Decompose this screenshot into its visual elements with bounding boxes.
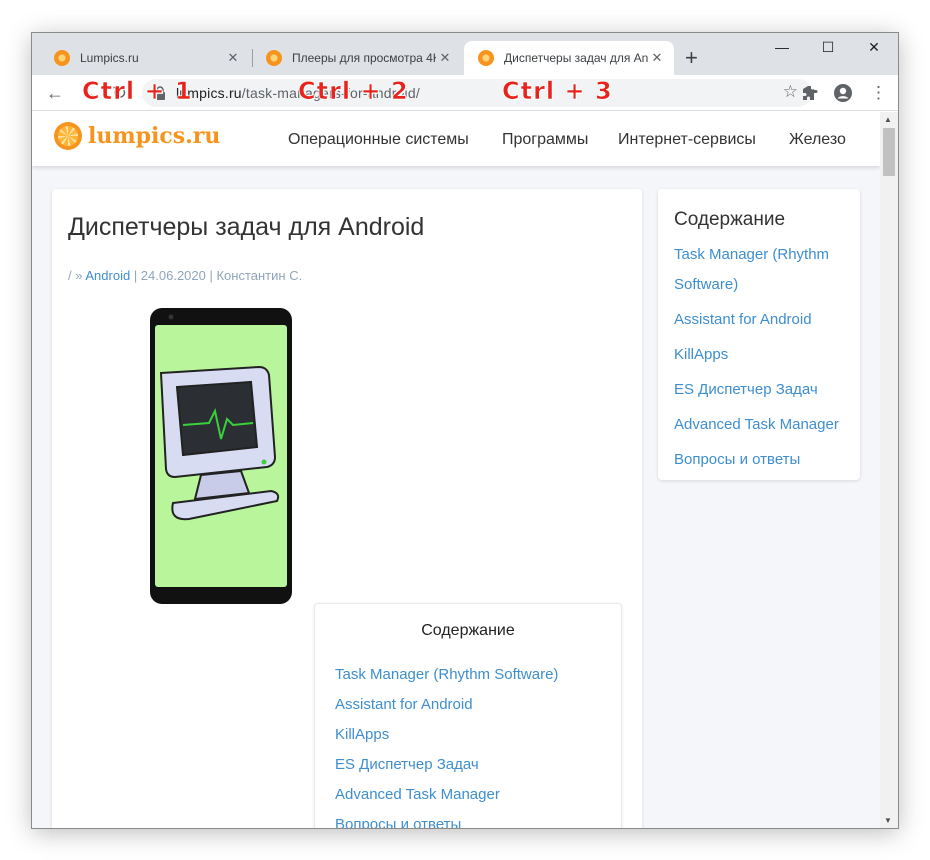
nav-hardware[interactable]: Железо bbox=[789, 131, 846, 149]
tab-title: Lumpics.ru bbox=[80, 51, 139, 65]
site-logo[interactable]: lumpics.ru bbox=[54, 122, 220, 150]
sidebar-toc-item[interactable]: Assistant for Android bbox=[674, 305, 852, 335]
minimize-button[interactable]: — bbox=[759, 39, 805, 55]
profile-avatar-icon[interactable] bbox=[833, 83, 853, 103]
inner-table-of-contents: Содержание Task Manager (Rhythm Software… bbox=[314, 603, 622, 828]
sidebar-table-of-contents: Содержание Task Manager (Rhythm Software… bbox=[658, 189, 860, 480]
article-title: Диспетчеры задач для Android bbox=[68, 213, 425, 241]
article-card: Диспетчеры задач для Android / » Android… bbox=[52, 189, 642, 828]
article-date: | 24.06.2020 | bbox=[133, 268, 213, 283]
site-header: lumpics.ru Операционные системы Программ… bbox=[32, 112, 880, 166]
browser-window: Lumpics.ru ✕ Плееры для просмотра 4K ✕ Д… bbox=[32, 33, 898, 828]
inner-toc-item[interactable]: Assistant for Android bbox=[335, 696, 473, 713]
inner-toc-item[interactable]: KillApps bbox=[335, 726, 389, 743]
tab-title: Плееры для просмотра 4K bbox=[292, 51, 436, 65]
inner-toc-item[interactable]: Advanced Task Manager bbox=[335, 786, 500, 803]
maximize-button[interactable]: ☐ bbox=[805, 39, 851, 56]
tab-players-4k[interactable]: Плееры для просмотра 4K ✕ bbox=[252, 41, 462, 75]
bookmark-star-icon[interactable]: ☆ bbox=[783, 82, 798, 102]
extensions-puzzle-icon[interactable] bbox=[802, 85, 818, 101]
tab-close-icon[interactable]: ✕ bbox=[224, 50, 242, 66]
tab-lumpics[interactable]: Lumpics.ru ✕ bbox=[40, 41, 250, 75]
inner-toc-item[interactable]: Вопросы и ответы bbox=[335, 816, 461, 828]
tab-strip: Lumpics.ru ✕ Плееры для просмотра 4K ✕ Д… bbox=[32, 33, 898, 75]
sidebar-toc-title: Содержание bbox=[674, 209, 786, 230]
scroll-up-arrow-icon[interactable]: ▲ bbox=[884, 115, 892, 124]
scroll-down-arrow-icon[interactable]: ▼ bbox=[884, 816, 892, 825]
address-bar[interactable]: lumpics.ru/task-managers-for-android/ ☆ bbox=[142, 79, 812, 107]
article-meta: / » Android | 24.06.2020 | Константин С. bbox=[68, 268, 302, 283]
inner-toc-item[interactable]: Task Manager (Rhythm Software) bbox=[335, 666, 558, 683]
nav-internet-services[interactable]: Интернет-сервисы bbox=[618, 131, 756, 149]
logo-text: lumpics.ru bbox=[88, 123, 221, 149]
sidebar-toc-item[interactable]: KillApps bbox=[674, 340, 852, 370]
shortcut-overlay-2: Ctrl + 2 bbox=[298, 77, 409, 106]
tab-title: Диспетчеры задач для Android bbox=[504, 51, 648, 65]
web-page: lumpics.ru Операционные системы Программ… bbox=[32, 112, 880, 828]
sidebar-toc-item[interactable]: ES Диспетчер Задач bbox=[674, 375, 852, 405]
scrollbar-thumb[interactable] bbox=[883, 128, 895, 176]
page-scrollbar[interactable]: ▲ ▼ bbox=[880, 112, 898, 828]
sidebar-toc-item[interactable]: Вопросы и ответы bbox=[674, 445, 852, 475]
inner-toc-title: Содержание bbox=[421, 622, 515, 639]
sidebar-toc-item[interactable]: Task Manager (Rhythm Software) bbox=[674, 240, 852, 300]
nav-programs[interactable]: Программы bbox=[502, 131, 588, 149]
inner-toc-item[interactable]: ES Диспетчер Задач bbox=[335, 756, 479, 773]
article-author[interactable]: Константин С. bbox=[216, 268, 302, 283]
lumpics-favicon-icon bbox=[54, 50, 70, 66]
breadcrumb-prefix[interactable]: / » bbox=[68, 268, 82, 283]
close-window-button[interactable]: ✕ bbox=[851, 39, 897, 56]
category-link[interactable]: Android bbox=[85, 268, 130, 283]
phone-task-manager-illustration bbox=[150, 308, 292, 604]
new-tab-button[interactable]: + bbox=[685, 47, 698, 69]
kebab-menu-icon[interactable]: ⋮ bbox=[870, 83, 887, 103]
lumpics-favicon-icon bbox=[266, 50, 282, 66]
sidebar-toc-item[interactable]: Advanced Task Manager bbox=[674, 410, 852, 440]
lumpics-favicon-icon bbox=[478, 50, 494, 66]
nav-os[interactable]: Операционные системы bbox=[288, 131, 469, 149]
tab-task-managers[interactable]: Диспетчеры задач для Android ✕ bbox=[464, 41, 674, 75]
shortcut-overlay-3: Ctrl + 3 bbox=[502, 77, 613, 106]
tab-close-icon[interactable]: ✕ bbox=[648, 50, 666, 66]
shortcut-overlay-1: Ctrl + 1 bbox=[82, 77, 193, 106]
back-arrow-icon[interactable]: ← bbox=[46, 83, 64, 104]
orange-logo-icon bbox=[54, 122, 82, 150]
tab-close-icon[interactable]: ✕ bbox=[436, 50, 454, 66]
